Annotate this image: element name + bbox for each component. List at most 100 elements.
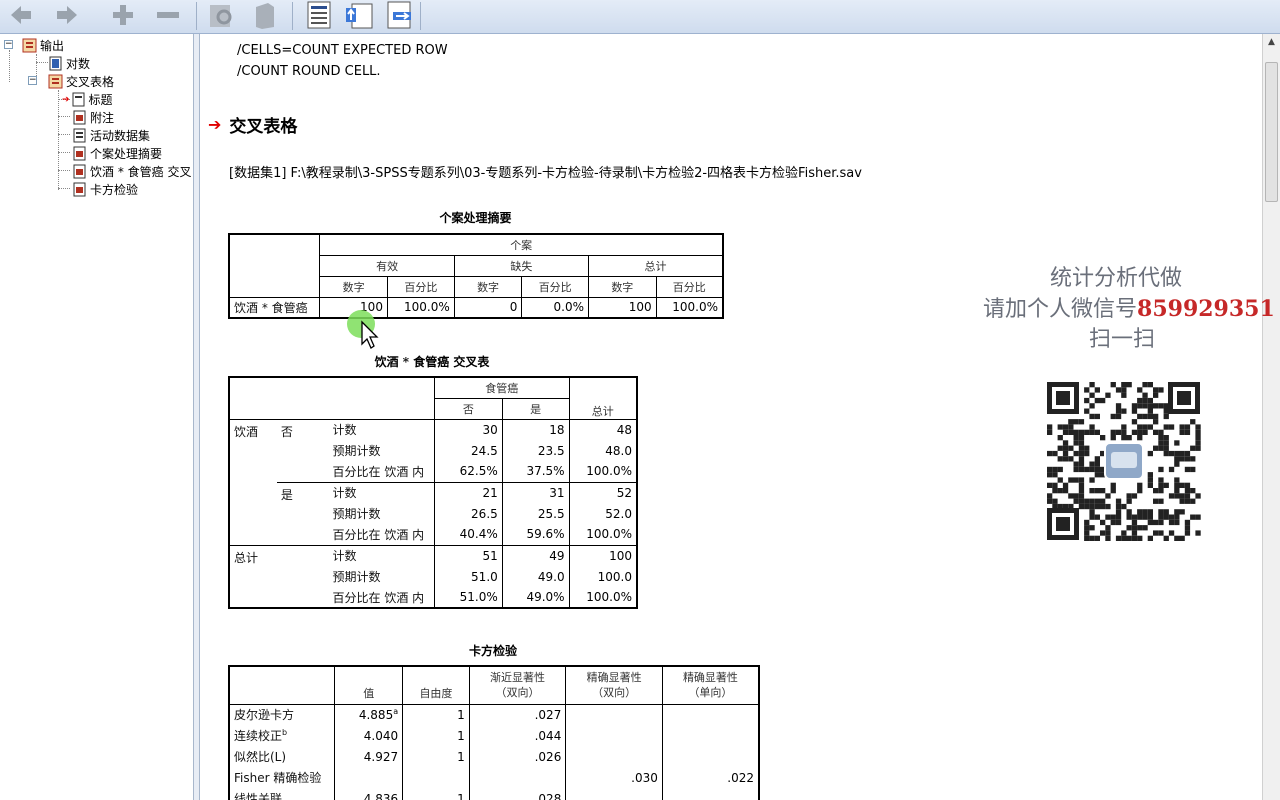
cell: 62.5% [434,461,503,482]
header-asymp-sig: 渐近显著性 （双向） [469,665,567,705]
cell [402,767,470,788]
header-asymp-line2: （双向） [495,686,540,700]
crosstab-table[interactable]: 食管癌 总计 否 是 饮酒 否 计数 30 18 48 预期计数 24.5 23… [227,376,638,609]
table-icon [72,146,87,161]
scrollbar-thumb[interactable] [1265,62,1278,202]
subheader-n: 数字 [454,276,523,297]
cell [565,704,663,725]
header-exact1-line1: 精确显著性 [682,671,738,685]
cell [662,746,760,767]
header-case: 个案 [319,233,725,256]
corner-cell [227,376,435,419]
footnote-mark: a [393,707,399,717]
cell: 51.0 [434,566,503,587]
chi-square-title: 卡方检验 [468,644,517,658]
cell: 100 [588,296,657,319]
cell [662,725,760,746]
header-exact2-line2: （双向） [592,686,637,700]
row-label: 线性关联 [228,788,336,800]
print-preview-icon[interactable] [204,0,238,30]
section-title: 交叉表格 [229,117,298,137]
table-icon [72,164,87,179]
chi-square-table[interactable]: 值 自由度 渐近显著性 （双向） 精确显著性 （双向） 精确显著性 （单向） 皮尔逊卡… [228,665,760,800]
header-value: 值 [334,665,404,705]
collapse-minus-icon[interactable] [152,0,182,30]
cell [334,767,404,788]
tree-item-crosstab-table[interactable]: 饮酒 * 食管癌 交叉 [72,163,191,180]
cell: 4.885a [334,704,404,725]
tree-item-notes[interactable]: 附注 [72,109,114,126]
tree-label-output: 输出 [40,39,65,53]
cell: 31 [502,481,570,503]
case-summary-table[interactable]: 个案 有效 缺失 总计 数字 百分比 数字 百分比 数字 百分比 饮酒 * 食管… [228,233,725,319]
corner-cell [228,233,321,297]
tree-item-title[interactable]: ➔ 标题 [62,91,113,108]
stat-label: 计数 [328,481,435,503]
cell: 49.0% [502,587,570,609]
tree-label-log: 对数 [66,57,91,71]
insert-output-icon[interactable] [342,0,376,30]
tree-item-case-summary[interactable]: 个案处理摘要 [72,145,162,162]
table-icon [72,182,87,197]
export-icon[interactable] [248,0,282,30]
scroll-up-icon[interactable]: ▲ [1263,34,1280,51]
goto-icon[interactable] [382,0,416,30]
row-label: 皮尔逊卡方 [228,704,336,725]
cell: 100.0% [569,587,638,609]
cell [565,788,663,800]
row-total-label: 总计 [228,544,329,609]
stat-label: 预期计数 [328,503,435,524]
log-icon [48,56,63,71]
row-yes-label: 是 [276,481,329,545]
tree-label-active-dataset: 活动数据集 [90,129,151,143]
cell: 24.5 [434,440,503,461]
watermark-line2: 请加个人微信号859929351 [983,291,1275,323]
stat-label: 百分比在 饮酒 内 [328,524,435,545]
collapse-crosstabs-toggle[interactable]: − [28,76,37,85]
tree-item-crosstabs[interactable]: 交叉表格 [48,73,114,90]
cell [662,788,760,800]
forward-arrow-icon[interactable] [52,0,82,30]
cell: 1 [402,746,470,767]
tree-label-chi-square: 卡方检验 [90,183,139,197]
back-arrow-icon[interactable] [6,0,36,30]
cell: 18 [502,418,570,440]
vertical-scrollbar[interactable]: ▲ [1262,34,1280,800]
cell: 26.5 [434,503,503,524]
row-label: 连续校正b [228,725,336,746]
header-total: 总计 [588,255,725,277]
footnote-mark: b [282,728,288,737]
tree-item-output[interactable]: 输出 [22,37,64,54]
tree-item-chi-square[interactable]: 卡方检验 [72,181,138,198]
cell: 52.0 [569,503,638,524]
watermark-wechat-number: 859929351 [1137,296,1275,322]
cell: .022 [662,767,760,788]
cell: .027 [469,704,567,725]
row-no-label: 否 [276,418,329,482]
cell: 100.0 [569,566,638,587]
cell: 100.0% [569,524,638,545]
cell: .030 [565,767,663,788]
cell: 4.836 [334,788,404,800]
title-icon [71,92,86,107]
tree-label-title: 标题 [88,93,113,107]
cell: 100.0% [569,461,638,482]
dataset-path: [数据集1] F:\教程录制\3-SPSS专题系列\03-专题系列-卡方检验-待… [229,166,862,181]
col-yes-header: 是 [502,398,570,419]
tree-item-log[interactable]: 对数 [48,55,90,72]
expand-plus-icon[interactable] [108,0,138,30]
row-label: Fisher 精确检验 [228,767,336,788]
collapse-root-toggle[interactable]: − [4,40,13,49]
mouse-cursor-icon [347,310,379,349]
row-var-label: 饮酒 [228,418,277,545]
tree-item-active-dataset[interactable]: 活动数据集 [72,127,150,144]
viewer-doc-icon[interactable] [302,0,336,30]
stat-label: 百分比在 饮酒 内 [328,587,435,609]
output-folder-icon [22,38,37,53]
red-arrow-icon: ➔ [208,115,222,134]
tree-label-crosstabs: 交叉表格 [66,75,115,89]
watermark-wechat-label: 请加个人微信号 [983,297,1138,322]
stat-label: 预期计数 [328,440,435,461]
cell: 25.5 [502,503,570,524]
value-text: 4.885 [358,708,394,723]
